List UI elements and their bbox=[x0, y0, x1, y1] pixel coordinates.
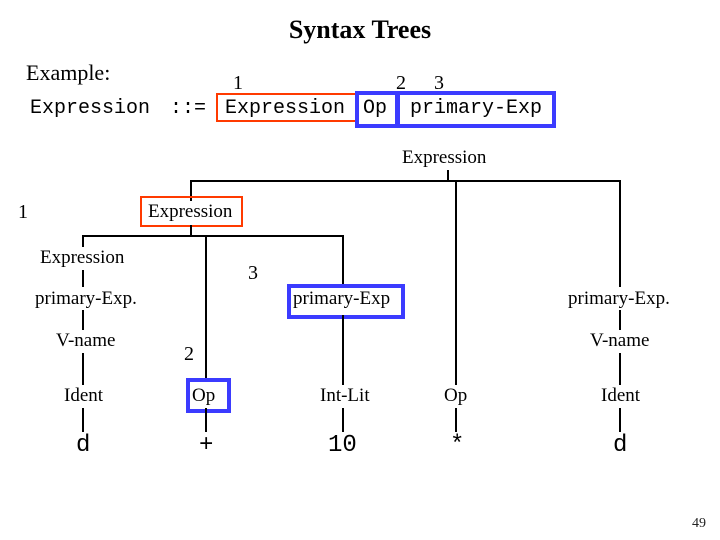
node-int-lit: Int-Lit bbox=[320, 385, 370, 407]
node-ident-right: Ident bbox=[601, 385, 640, 407]
tree-num-2: 2 bbox=[184, 343, 194, 366]
tree-line bbox=[342, 235, 344, 287]
tree-line bbox=[82, 408, 84, 432]
node-primary-mid: primary-Exp bbox=[293, 288, 390, 310]
node-expression-left: Expression bbox=[40, 247, 124, 269]
node-vname-right: V-name bbox=[590, 330, 649, 352]
prod-num-1: 1 bbox=[233, 72, 243, 95]
tree-line bbox=[82, 235, 84, 247]
node-root-expression: Expression bbox=[402, 147, 486, 169]
leaf-d-right: d bbox=[613, 432, 627, 459]
box-expression bbox=[216, 93, 357, 122]
tree-line bbox=[342, 315, 344, 385]
node-ident-left: Ident bbox=[64, 385, 103, 407]
leaf-plus: + bbox=[199, 432, 213, 459]
tree-line bbox=[82, 310, 84, 330]
tree-line bbox=[342, 408, 344, 432]
page-number: 49 bbox=[692, 516, 706, 532]
tree-line bbox=[205, 235, 207, 380]
tree-line bbox=[447, 170, 449, 180]
node-expression-mid: Expression bbox=[148, 201, 232, 223]
leaf-star: * bbox=[450, 432, 464, 459]
example-label: Example: bbox=[26, 60, 110, 86]
tree-line bbox=[619, 310, 621, 330]
node-primary-left: primary-Exp. bbox=[35, 288, 137, 310]
tree-line bbox=[619, 353, 621, 385]
leaf-d-left: d bbox=[76, 432, 90, 459]
tree-line bbox=[619, 408, 621, 432]
page-title: Syntax Trees bbox=[0, 15, 720, 45]
tree-num-1: 1 bbox=[18, 201, 28, 224]
tree-line bbox=[82, 353, 84, 385]
tree-line bbox=[82, 235, 343, 237]
node-vname-left: V-name bbox=[56, 330, 115, 352]
node-primary-right: primary-Exp. bbox=[568, 288, 670, 310]
tree-line bbox=[619, 180, 621, 287]
tree-line bbox=[455, 408, 457, 432]
node-op-right: Op bbox=[444, 385, 467, 407]
leaf-10: 10 bbox=[328, 432, 357, 459]
tree-line bbox=[190, 225, 192, 235]
tree-line bbox=[82, 270, 84, 287]
node-op-left: Op bbox=[192, 385, 215, 407]
tree-num-3: 3 bbox=[248, 262, 258, 285]
box-op bbox=[355, 91, 399, 128]
prod-lhs: Expression bbox=[30, 97, 150, 120]
tree-line bbox=[190, 180, 620, 182]
tree-line bbox=[205, 408, 207, 432]
prod-sep: ::= bbox=[170, 97, 206, 120]
tree-line bbox=[455, 180, 457, 385]
box-primary bbox=[396, 91, 556, 128]
